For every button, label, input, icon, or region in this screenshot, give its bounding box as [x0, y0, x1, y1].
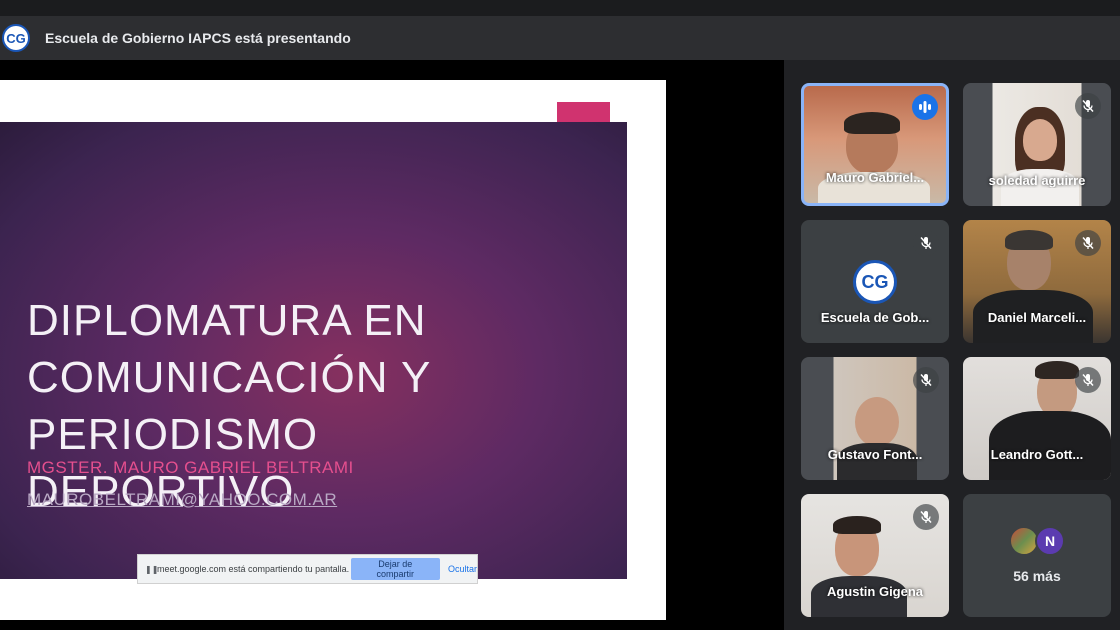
more-participants-tile[interactable]: N 56 más — [963, 494, 1111, 617]
participant-grid: Mauro Gabriel... soledad aguirre CG Escu… — [784, 60, 1120, 630]
participant-tile[interactable]: Agustin Gigena — [801, 494, 949, 617]
others-avatars: N — [1009, 526, 1065, 556]
participant-tile[interactable]: Mauro Gabriel... — [801, 83, 949, 206]
presenting-label: Escuela de Gobierno IAPCS está presentan… — [45, 30, 351, 46]
slide-title-line: PERIODISMO — [27, 410, 319, 459]
participant-shirt — [989, 411, 1111, 480]
participant-name: soledad aguirre — [988, 173, 1086, 188]
participant-name: Gustavo Font... — [827, 447, 923, 462]
mic-off-icon — [1075, 230, 1101, 256]
participant-video — [855, 397, 899, 447]
mic-off-icon — [913, 504, 939, 530]
hide-share-bar-link[interactable]: Ocultar — [448, 564, 477, 574]
participant-name: Agustin Gigena — [826, 584, 924, 599]
participant-avatar: N — [1035, 526, 1065, 556]
slide-email: MAUROBELTRAMI@YAHOO.COM.AR — [27, 490, 338, 509]
pause-icon: ❚❚ — [145, 564, 159, 574]
slide-title-line: DIPLOMATURA EN — [27, 296, 427, 345]
participant-hair — [833, 516, 881, 534]
share-message: meet.google.com está compartiendo tu pan… — [157, 564, 350, 574]
participant-tile[interactable]: Daniel Marceli... — [963, 220, 1111, 343]
mic-off-icon — [913, 367, 939, 393]
participant-hair — [1005, 230, 1053, 250]
participant-hair — [1035, 361, 1079, 379]
slide-title: DIPLOMATURA EN COMUNICACIÓN Y PERIODISMO… — [27, 292, 587, 520]
presentation-stage: DIPLOMATURA EN COMUNICACIÓN Y PERIODISMO… — [0, 60, 784, 630]
participant-name: Daniel Marceli... — [987, 310, 1087, 325]
participant-tile[interactable]: Gustavo Font... — [801, 357, 949, 480]
participant-name: Leandro Gott... — [990, 447, 1084, 462]
mic-off-icon — [1075, 93, 1101, 119]
slide-title-line: COMUNICACIÓN Y — [27, 353, 432, 402]
more-participants-count: 56 más — [1013, 568, 1061, 584]
mic-off-icon — [1075, 367, 1101, 393]
school-logo: CG — [853, 260, 897, 304]
participant-tile[interactable]: soledad aguirre — [963, 83, 1111, 206]
stop-sharing-button[interactable]: Dejar de compartir — [350, 558, 440, 580]
screen-share-bar: ❚❚ meet.google.com está compartiendo tu … — [137, 554, 478, 584]
participant-name: Mauro Gabriel... — [825, 170, 925, 185]
speaking-icon — [912, 94, 938, 120]
participant-tile[interactable]: Leandro Gott... — [963, 357, 1111, 480]
participant-tile[interactable]: CG Escuela de Gob... — [801, 220, 949, 343]
participant-name: Escuela de Gob... — [820, 310, 930, 325]
window-top-strip — [0, 0, 1120, 16]
participant-hair — [844, 112, 900, 134]
participant-video — [1023, 119, 1057, 161]
presenter-logo: CG — [2, 24, 30, 52]
slide-author: MGSTER. MAURO GABRIEL BELTRAMI — [27, 458, 354, 477]
mic-off-icon — [913, 230, 939, 256]
presenter-bar: CG Escuela de Gobierno IAPCS está presen… — [0, 16, 1120, 60]
